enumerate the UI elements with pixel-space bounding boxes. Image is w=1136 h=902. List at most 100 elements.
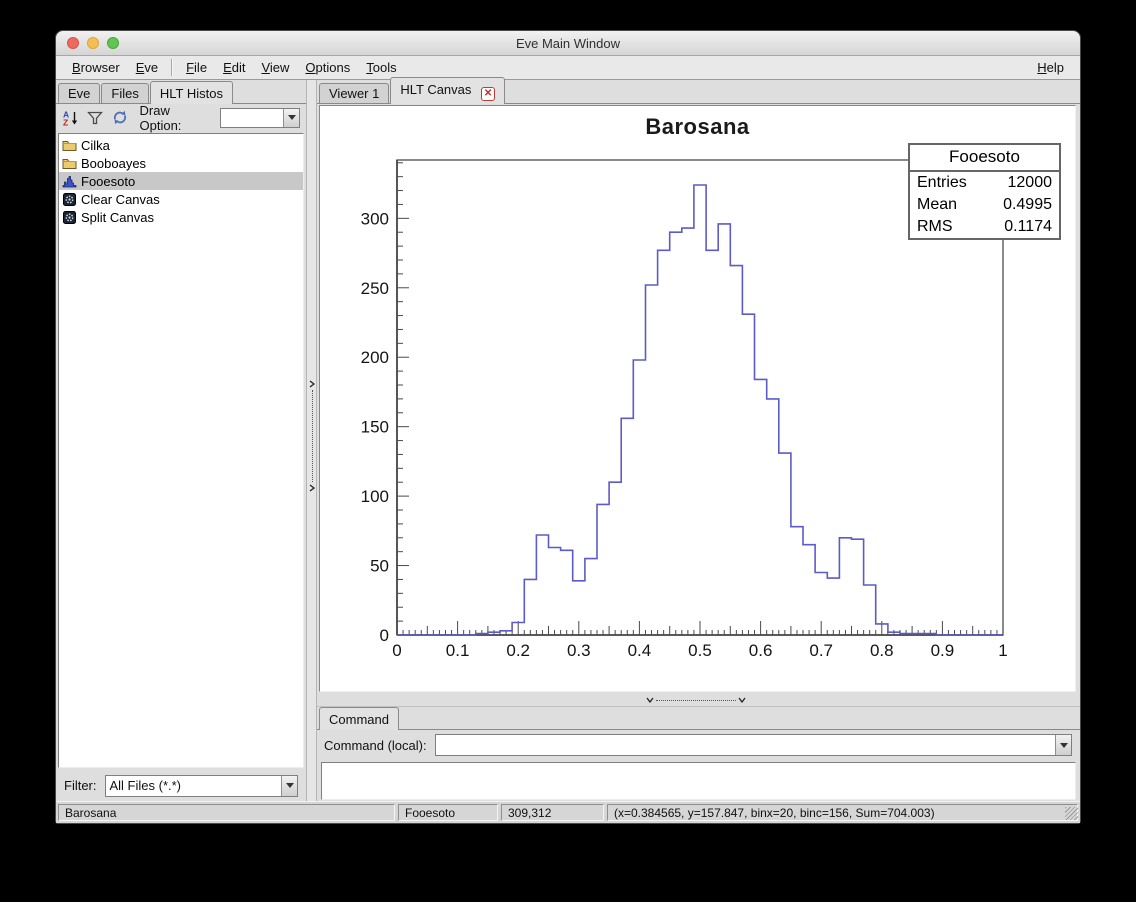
app-window: Eve Main Window Browser Eve File Edit Vi… [55,30,1081,824]
chevron-down-icon [1060,743,1068,748]
filter-label: Filter: [64,778,97,793]
object-tree[interactable]: Cilka Booboayes Fooesoto [58,133,304,768]
command-panel: Command Command (local): [317,706,1080,804]
tree-item-label: Cilka [81,138,110,153]
tree-item-cilka[interactable]: Cilka [59,136,303,154]
menu-browser[interactable]: Browser [64,58,128,77]
tab-eve[interactable]: Eve [58,83,100,103]
stats-label: Mean [917,194,957,216]
filter-icon[interactable] [87,109,105,127]
svg-text:0.8: 0.8 [870,641,894,660]
command-input-row: Command (local): [317,730,1080,760]
canvas-icon [62,210,77,224]
command-input-combobox[interactable] [435,734,1072,756]
status-bin-info: (x=0.384565, y=157.847, binx=20, binc=15… [607,804,1078,821]
chevron-down-icon [646,697,654,703]
draw-option-combobox[interactable] [220,108,300,128]
stats-value: 0.1174 [1004,216,1052,238]
command-input-value[interactable] [436,735,1055,755]
svg-text:0.6: 0.6 [749,641,773,660]
close-window-icon[interactable] [67,37,79,49]
window-controls [67,31,119,55]
chevron-right-icon [309,380,315,388]
minimize-window-icon[interactable] [87,37,99,49]
screen-background: Eve Main Window Browser Eve File Edit Vi… [0,0,1136,902]
tree-item-booboayes[interactable]: Booboayes [59,154,303,172]
vertical-splitter-handle[interactable] [308,380,316,492]
folder-icon [62,156,77,170]
tab-hlt-canvas-label: HLT Canvas [400,82,471,97]
tree-item-split-canvas[interactable]: Split Canvas [59,208,303,226]
vertical-splitter[interactable] [306,80,317,801]
svg-text:1: 1 [998,641,1007,660]
stats-value: 0.4995 [1003,194,1052,216]
tab-hlt-canvas[interactable]: HLT Canvas ✕ [390,77,505,104]
stats-box-title: Fooesoto [910,145,1059,172]
menu-file[interactable]: File [178,58,215,77]
svg-text:100: 100 [361,487,389,506]
browser-toolbar: A Z [56,104,306,131]
splitter-dotted-line [312,390,313,482]
menu-tools[interactable]: Tools [358,58,404,77]
tab-command[interactable]: Command [319,707,399,730]
splitter-dotted-line [656,700,736,701]
draw-option-label: Draw Option: [140,103,214,133]
tab-hlt-histos[interactable]: HLT Histos [150,81,233,104]
tab-viewer-1[interactable]: Viewer 1 [319,83,389,103]
svg-text:0.4: 0.4 [628,641,652,660]
svg-text:50: 50 [370,557,389,576]
plot-title: Barosana [320,114,1075,140]
draw-option-value[interactable] [221,109,283,127]
command-dropdown-button[interactable] [1055,735,1071,755]
canvas-container: 00.10.20.30.40.50.60.70.80.9105010015020… [317,104,1080,692]
menu-help[interactable]: Help [1029,58,1072,77]
status-object-name: Fooesoto [398,804,498,821]
filter-combobox[interactable]: All Files (*.*) [105,775,299,797]
left-tab-bar: Eve Files HLT Histos [56,80,306,104]
tree-item-fooesoto[interactable]: Fooesoto [59,172,303,190]
draw-option-dropdown-button[interactable] [283,109,299,127]
tree-item-clear-canvas[interactable]: Clear Canvas [59,190,303,208]
stats-box[interactable]: Fooesoto Entries 12000 Mean 0.4995 RMS [908,143,1061,240]
window-title: Eve Main Window [516,36,620,51]
folder-icon [62,138,77,152]
horizontal-splitter-handle[interactable] [646,696,746,704]
filter-dropdown-button[interactable] [281,776,297,796]
horizontal-splitter[interactable] [317,692,1080,706]
menu-bar: Browser Eve File Edit View Options Tools… [56,56,1080,80]
svg-text:0.1: 0.1 [446,641,470,660]
resize-grip-icon[interactable] [1065,807,1078,820]
stats-row-mean: Mean 0.4995 [910,194,1059,216]
title-bar[interactable]: Eve Main Window [56,31,1080,56]
svg-text:200: 200 [361,348,389,367]
menu-view[interactable]: View [253,58,297,77]
viewer-area: Viewer 1 HLT Canvas ✕ 00.10.20.30.40.50.… [317,80,1080,801]
close-tab-icon[interactable]: ✕ [481,87,495,101]
chevron-right-icon [309,484,315,492]
browser-panel: Eve Files HLT Histos A Z [56,80,306,801]
svg-text:0: 0 [392,641,401,660]
refresh-icon[interactable] [111,109,129,127]
svg-text:0.2: 0.2 [506,641,530,660]
filter-value[interactable]: All Files (*.*) [106,776,282,796]
chevron-down-icon [288,115,296,120]
tab-files[interactable]: Files [101,83,148,103]
canvas-icon [62,192,77,206]
zoom-window-icon[interactable] [107,37,119,49]
svg-text:250: 250 [361,279,389,298]
tree-item-label: Fooesoto [81,174,135,189]
command-input-label: Command (local): [324,738,427,753]
svg-text:0.3: 0.3 [567,641,591,660]
svg-text:150: 150 [361,418,389,437]
stats-row-rms: RMS 0.1174 [910,216,1059,238]
chevron-down-icon [738,697,746,703]
histogram-canvas[interactable]: 00.10.20.30.40.50.60.70.80.9105010015020… [319,105,1076,692]
sort-az-icon[interactable]: A Z [62,109,80,127]
menu-eve[interactable]: Eve [128,58,166,77]
viewer-tab-bar: Viewer 1 HLT Canvas ✕ [317,80,1080,104]
menu-options[interactable]: Options [297,58,358,77]
menu-edit[interactable]: Edit [215,58,253,77]
svg-text:Z: Z [63,117,68,126]
command-output-box[interactable] [321,762,1076,800]
histogram-icon [62,174,77,188]
